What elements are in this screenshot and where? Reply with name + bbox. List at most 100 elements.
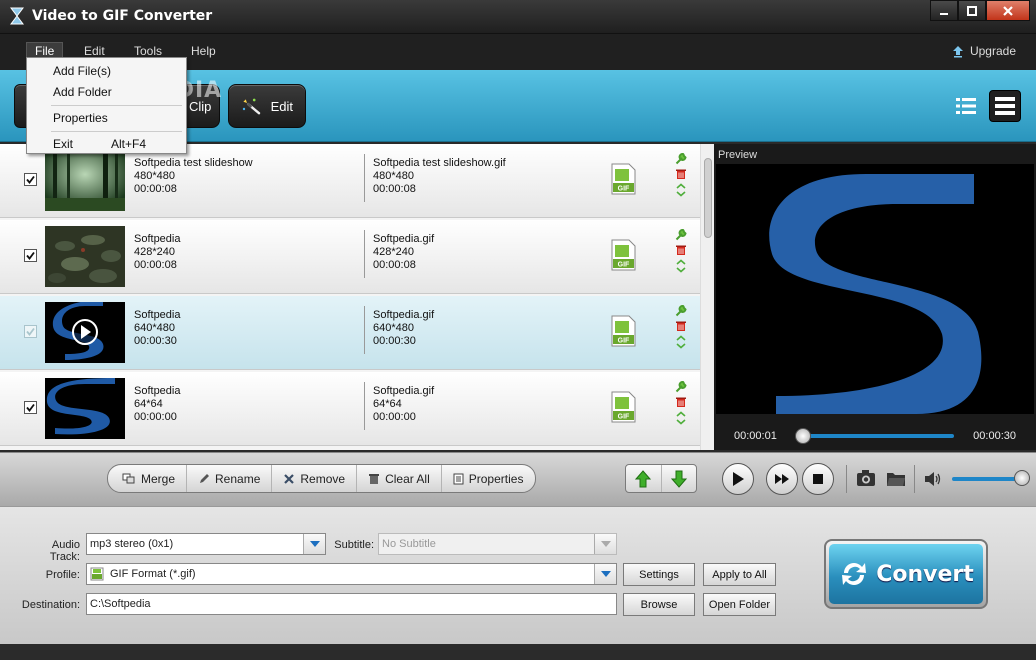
row-checkbox[interactable] — [24, 401, 37, 414]
file-row[interactable]: Softpedia 640*480 00:00:30 Softpedia.gif… — [0, 296, 700, 370]
maximize-button[interactable] — [958, 0, 986, 21]
merge-button[interactable]: Merge — [108, 465, 188, 492]
source-name: Softpedia — [134, 385, 181, 397]
properties-icon — [453, 473, 464, 484]
reorder-icon[interactable] — [675, 411, 687, 425]
reorder-icon[interactable] — [675, 259, 687, 273]
trash-icon[interactable] — [675, 396, 687, 408]
source-resolution: 640*480 — [134, 322, 175, 334]
list-action-group: Merge Rename Remove Clear All Properties — [107, 464, 537, 493]
audio-track-select[interactable]: mp3 stereo (0x1) — [86, 533, 326, 555]
menu-properties[interactable]: Properties — [53, 111, 108, 125]
row-divider — [364, 306, 365, 354]
upgrade-button[interactable]: Upgrade — [952, 44, 1016, 58]
snapshot-icon[interactable] — [856, 469, 876, 487]
reorder-icon[interactable] — [675, 335, 687, 349]
subtitle-select[interactable]: No Subtitle — [378, 533, 617, 555]
app-logo-icon — [10, 7, 24, 25]
browse-button[interactable]: Browse — [623, 593, 695, 616]
row-checkbox[interactable] — [24, 325, 37, 338]
row-actions — [674, 381, 688, 425]
close-button[interactable] — [986, 0, 1030, 21]
open-folder-button[interactable]: Open Folder — [703, 593, 776, 616]
preview-timeline: 00:00:01 00:00:30 — [714, 422, 1036, 450]
file-row[interactable]: Softpedia test slideshow 480*480 00:00:0… — [0, 144, 700, 218]
settings-button[interactable]: Settings — [623, 563, 695, 586]
menu-exit[interactable]: Exit — [53, 137, 73, 151]
output-name: Softpedia.gif — [373, 385, 435, 397]
video-thumbnail — [45, 150, 125, 211]
gif-file-icon[interactable]: GIF — [611, 315, 636, 347]
svg-text:GIF: GIF — [618, 338, 630, 345]
wrench-icon[interactable] — [675, 153, 687, 165]
list-view-button[interactable] — [950, 90, 982, 122]
properties-label: Properties — [468, 471, 524, 486]
trash-icon[interactable] — [675, 244, 687, 256]
reorder-icon[interactable] — [675, 183, 687, 197]
output-resolution: 64*64 — [373, 398, 402, 410]
properties-button[interactable]: Properties — [442, 465, 536, 492]
minimize-button[interactable] — [930, 0, 958, 21]
fast-forward-button[interactable] — [766, 463, 798, 495]
player-separator — [914, 465, 915, 493]
detail-view-icon — [995, 97, 1015, 115]
menu-separator — [51, 131, 182, 132]
convert-button[interactable]: Convert — [824, 539, 988, 609]
trash-icon[interactable] — [675, 320, 687, 332]
volume-track[interactable] — [952, 477, 1022, 481]
row-actions — [674, 153, 688, 197]
apply-to-all-button[interactable]: Apply to All — [703, 563, 776, 586]
row-checkbox[interactable] — [24, 173, 37, 186]
trash-icon[interactable] — [675, 168, 687, 180]
folder-icon[interactable] — [886, 469, 906, 487]
file-row[interactable]: Softpedia 64*64 00:00:00 Softpedia.gif 6… — [0, 372, 700, 446]
source-info: Softpedia test slideshow 480*480 00:00:0… — [134, 157, 253, 196]
source-name: Softpedia test slideshow — [134, 157, 253, 169]
wrench-icon[interactable] — [675, 381, 687, 393]
source-info: Softpedia 428*240 00:00:08 — [134, 233, 180, 272]
row-checkbox[interactable] — [24, 249, 37, 262]
gif-file-icon[interactable]: GIF — [611, 239, 636, 271]
move-down-button[interactable] — [662, 465, 697, 492]
play-button[interactable] — [722, 463, 754, 495]
edit-button[interactable]: Edit — [228, 84, 306, 128]
source-duration: 00:00:08 — [134, 183, 177, 195]
destination-field[interactable]: C:\Softpedia — [86, 593, 617, 615]
profile-select[interactable]: GIF Format (*.gif) — [86, 563, 617, 585]
file-list-scrollbar[interactable] — [700, 144, 714, 450]
gif-file-icon[interactable]: GIF — [611, 391, 636, 423]
output-resolution: 428*240 — [373, 246, 414, 258]
minimize-icon — [940, 12, 948, 15]
menu-add-folder[interactable]: Add Folder — [53, 85, 112, 99]
remove-button[interactable]: Remove — [272, 465, 358, 492]
checkmark-icon — [26, 403, 35, 412]
player-controls — [714, 452, 1036, 506]
source-name: Softpedia — [134, 309, 181, 321]
volume-slider-handle[interactable] — [1014, 470, 1030, 486]
move-up-icon — [635, 469, 652, 487]
detail-view-button[interactable] — [989, 90, 1021, 122]
wrench-icon[interactable] — [675, 229, 687, 241]
output-duration: 00:00:08 — [373, 183, 416, 195]
remove-label: Remove — [300, 471, 346, 486]
clear-all-label: Clear All — [385, 471, 430, 486]
seek-track[interactable] — [798, 434, 954, 438]
upgrade-icon — [952, 45, 963, 57]
rename-button[interactable]: Rename — [187, 465, 273, 492]
menu-add-files[interactable]: Add File(s) — [53, 64, 111, 78]
file-row[interactable]: Softpedia 428*240 00:00:08 Softpedia.gif… — [0, 220, 700, 294]
file-menu-dropdown: Add File(s) Add Folder Properties Exit A… — [26, 57, 187, 154]
stop-button[interactable] — [802, 463, 834, 495]
destination-label: Destination: — [21, 599, 80, 611]
volume-icon[interactable] — [924, 471, 942, 487]
move-up-button[interactable] — [626, 465, 662, 492]
destination-value: C:\Softpedia — [90, 598, 151, 610]
menu-help[interactable]: Help — [183, 43, 224, 59]
fast-forward-icon — [775, 474, 789, 484]
seek-slider-handle[interactable] — [795, 428, 812, 444]
clear-all-button[interactable]: Clear All — [357, 465, 442, 492]
gif-file-icon[interactable]: GIF — [611, 163, 636, 195]
list-action-bar: Merge Rename Remove Clear All Properties — [0, 452, 714, 506]
scrollbar-thumb[interactable] — [704, 158, 712, 238]
wrench-icon[interactable] — [675, 305, 687, 317]
